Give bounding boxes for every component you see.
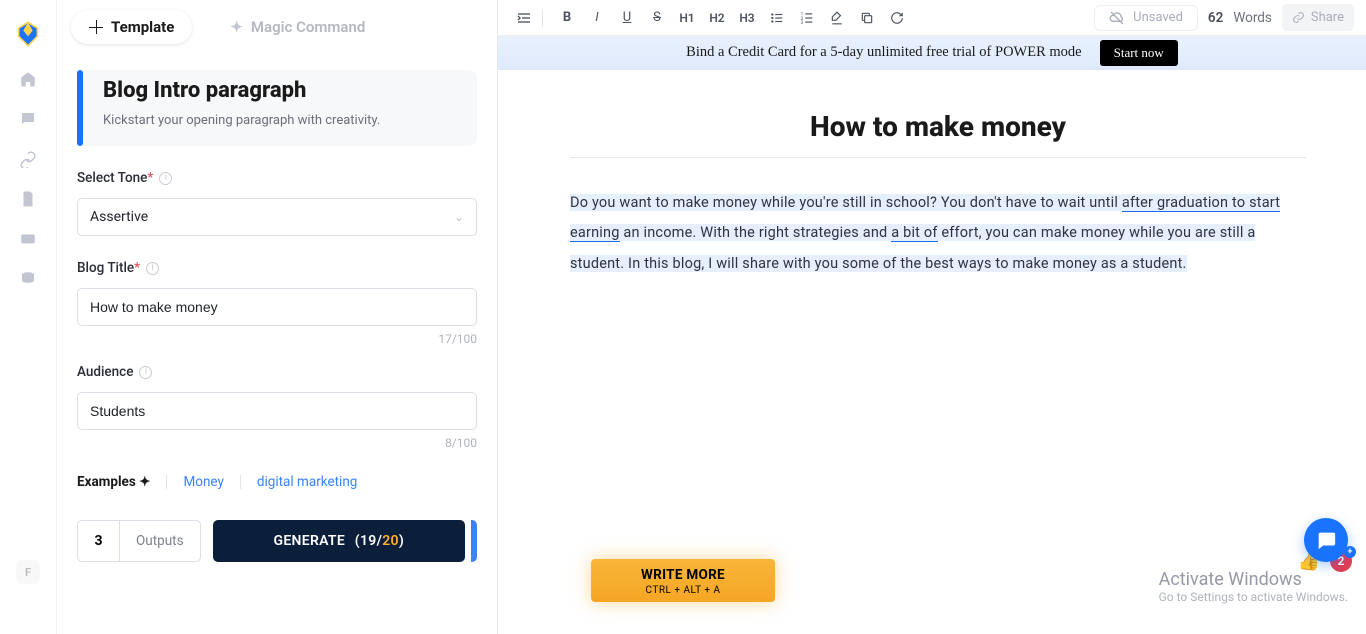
chevron-down-icon: ⌄	[454, 210, 464, 224]
outputs-label: Outputs	[120, 533, 200, 549]
examples-label: Examples ✦	[77, 474, 150, 490]
audience-input[interactable]	[77, 392, 477, 430]
underline-button[interactable]: U	[613, 4, 641, 32]
document-title: How to make money	[570, 110, 1306, 143]
tab-template[interactable]: Template	[71, 10, 192, 44]
stack-icon[interactable]	[19, 270, 37, 288]
template-card: Blog Intro paragraph Kickstart your open…	[77, 70, 477, 146]
cloud-off-icon	[1109, 10, 1125, 26]
promo-cta-button[interactable]: Start now	[1100, 40, 1178, 66]
rail-footer-badge[interactable]: F	[16, 560, 40, 584]
tab-magic-label: Magic Command	[251, 18, 365, 36]
generate-label: GENERATE	[274, 533, 346, 549]
h3-button[interactable]: H3	[733, 4, 761, 32]
logo-icon	[14, 20, 42, 48]
bullet-list-button[interactable]	[763, 4, 791, 32]
chat-icon[interactable]	[19, 110, 37, 128]
main-editor-area: B I U S H1 H2 H3 123 Unsaved 62	[498, 0, 1366, 634]
outputs-stepper[interactable]: 3 Outputs	[77, 520, 201, 562]
info-icon[interactable]: i	[139, 366, 152, 379]
sparkle-icon: ✦	[230, 18, 243, 36]
intro-paragraph: Do you want to make money while you're s…	[570, 188, 1306, 279]
audience-label: Audience	[77, 364, 133, 380]
left-rail: F	[0, 0, 57, 634]
write-more-label: WRITE MORE	[641, 567, 725, 583]
h2-button[interactable]: H2	[703, 4, 731, 32]
bold-button[interactable]: B	[553, 4, 581, 32]
link-icon[interactable]	[19, 150, 37, 168]
promo-banner: Bind a Credit Card for a 5-day unlimited…	[498, 36, 1366, 70]
strikethrough-button[interactable]: S	[643, 4, 671, 32]
info-icon[interactable]: i	[159, 172, 172, 185]
promo-text: Bind a Credit Card for a 5-day unlimited…	[686, 44, 1081, 61]
example-money[interactable]: Money	[183, 474, 223, 490]
editor-content[interactable]: How to make money Do you want to make mo…	[498, 70, 1366, 634]
tone-value: Assertive	[90, 209, 148, 225]
numbered-list-button[interactable]: 123	[793, 4, 821, 32]
write-more-shortcut: CTRL + ALT + A	[641, 585, 725, 596]
h1-button[interactable]: H1	[673, 4, 701, 32]
chat-fab[interactable]	[1304, 518, 1348, 562]
card-subtitle: Kickstart your opening paragraph with cr…	[103, 113, 457, 128]
info-icon[interactable]: i	[146, 262, 159, 275]
card-icon[interactable]	[19, 230, 37, 248]
tab-magic-command[interactable]: ✦ Magic Command	[212, 10, 383, 44]
tab-template-label: Template	[111, 18, 174, 36]
write-more-button[interactable]: WRITE MORE CTRL + ALT + A	[591, 559, 775, 602]
blog-title-label: Blog Title*	[77, 260, 140, 276]
tone-label: Select Tone*	[77, 170, 153, 186]
refresh-button[interactable]	[883, 4, 911, 32]
blog-title-input[interactable]	[77, 288, 477, 326]
card-title: Blog Intro paragraph	[103, 78, 457, 103]
copy-button[interactable]	[853, 4, 881, 32]
audience-counter: 8/100	[77, 436, 477, 450]
highlight-button[interactable]	[823, 4, 851, 32]
document-icon[interactable]	[19, 190, 37, 208]
indent-icon[interactable]	[510, 4, 538, 32]
word-count: 62 Words	[1208, 10, 1272, 26]
tone-select[interactable]: Assertive ⌄	[77, 198, 477, 236]
template-grid-icon	[89, 20, 103, 34]
editor-toolbar: B I U S H1 H2 H3 123 Unsaved 62	[498, 0, 1366, 36]
italic-button[interactable]: I	[583, 4, 611, 32]
save-status: Unsaved	[1094, 5, 1198, 31]
title-divider	[570, 157, 1306, 158]
generate-button[interactable]: GENERATE (19/20)	[213, 520, 465, 562]
outputs-number: 3	[78, 521, 120, 561]
share-button[interactable]: Share	[1282, 4, 1354, 31]
activate-windows-watermark: Activate Windows Go to Settings to activ…	[1159, 569, 1348, 604]
svg-text:3: 3	[801, 19, 804, 24]
tab-row: Template ✦ Magic Command	[57, 10, 497, 52]
sidebar: Template ✦ Magic Command Blog Intro para…	[57, 0, 498, 634]
example-digital-marketing[interactable]: digital marketing	[257, 474, 358, 490]
home-icon[interactable]	[19, 70, 37, 88]
generate-edge	[471, 520, 477, 562]
link-icon	[1292, 11, 1305, 24]
title-counter: 17/100	[77, 332, 477, 346]
generate-count: (19/20)	[351, 533, 404, 549]
